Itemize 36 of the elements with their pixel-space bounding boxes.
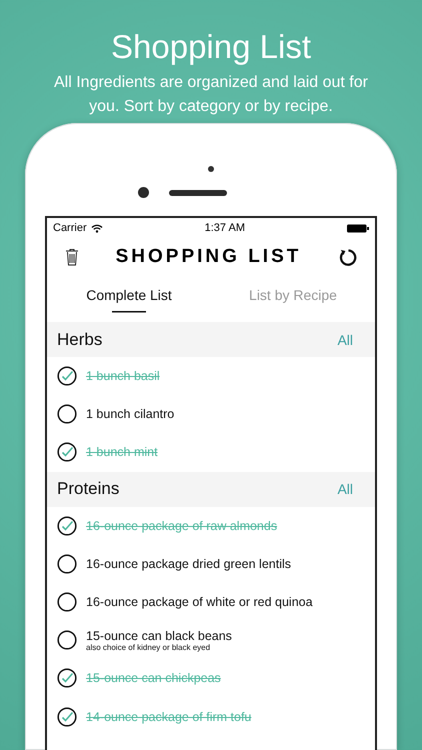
item-label: 15-ounce can chickpeas [86,671,221,686]
item-label: 16-ounce package dried green lentils [86,556,291,571]
wifi-icon [90,224,103,232]
empty-circle-icon[interactable] [57,554,77,574]
speaker-icon [169,190,227,196]
battery-icon [346,224,369,232]
promo-subtitle: All Ingredients are organized and laid out for you. Sort by category or by recipe. [53,73,369,117]
empty-circle-icon[interactable] [57,630,77,650]
item-label: 14-ounce package of firm tofu [86,710,252,724]
checked-circle-icon[interactable] [57,442,77,462]
camera-icon [138,187,149,198]
tab[interactable]: List by Recipe [211,272,375,322]
section-title: Proteins [57,479,120,500]
empty-circle-icon[interactable] [57,592,77,612]
app-title: SHOPPING LIST [116,246,302,268]
carrier-label: Carrier [53,222,87,234]
refresh-icon[interactable] [338,248,357,266]
item-label: 1 bunch basil [86,369,160,384]
empty-circle-icon[interactable] [57,404,77,424]
item-label: 16-ounce package of white or red quinoa [86,595,313,610]
sensor-icon [208,166,214,172]
promo-title: Shopping List [110,27,312,67]
item-label: 1 bunch cilantro [86,407,174,422]
item-label: 1 bunch mint [86,445,158,460]
status-time: 1:37 AM [204,222,245,234]
item-note: also choice of kidney or black eyed [86,642,212,652]
checked-circle-icon[interactable] [57,516,77,536]
section-title: Herbs [57,330,102,350]
checked-circle-icon[interactable] [57,668,77,688]
item-label: 15-ounce can black beans [86,628,232,643]
item-label: 16-ounce package of raw almonds [86,518,278,533]
select-all-link[interactable]: All [337,481,353,498]
trash-icon[interactable] [65,248,79,266]
select-all-link[interactable]: All [337,332,353,348]
checked-circle-icon[interactable] [57,706,77,727]
checked-circle-icon[interactable] [57,366,77,386]
